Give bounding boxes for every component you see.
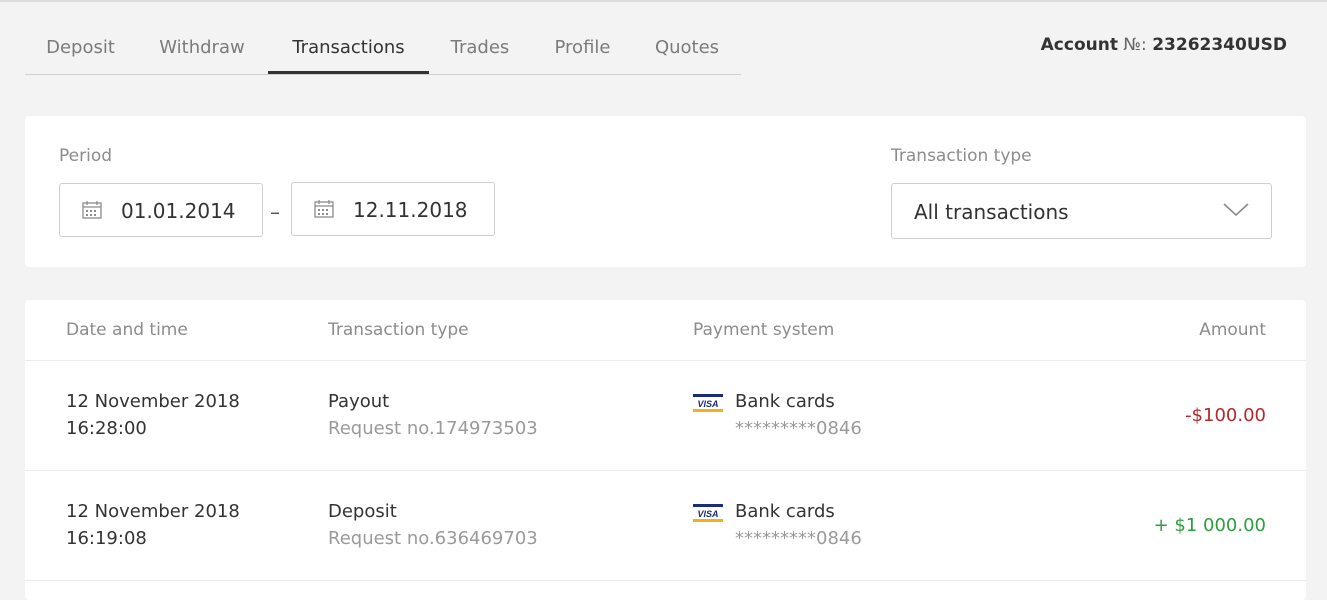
date-separator: –: [270, 200, 280, 224]
row-date: 12 November 2018: [66, 501, 240, 522]
chevron-down-icon: [1223, 203, 1249, 217]
account-symbol: №:: [1123, 35, 1147, 55]
account-label: Account: [1040, 35, 1118, 55]
tab-profile[interactable]: Profile: [535, 26, 630, 72]
header-type: Transaction type: [328, 320, 469, 340]
table-row[interactable]: 12 November 2018 16:19:08 Deposit Reques…: [25, 471, 1306, 581]
transactions-table: Date and time Transaction type Payment s…: [25, 300, 1306, 600]
row-request: Request no.636469703: [328, 528, 538, 549]
visa-icon: VISA: [693, 504, 723, 522]
row-datetime: 12 November 2018 16:28:00: [66, 388, 240, 442]
row-payment: Bank cards *********0846: [735, 498, 862, 552]
row-time: 16:19:08: [66, 528, 147, 549]
row-amount: + $1 000.00: [1153, 515, 1266, 536]
filters-panel: Period 01.01.2014 – 12.11.2018 Transacti…: [25, 116, 1306, 267]
table-row[interactable]: 12 November 2018 16:28:00 Payout Request…: [25, 361, 1306, 471]
date-to-value: 12.11.2018: [353, 198, 468, 222]
row-card-number: *********0846: [735, 418, 862, 439]
tab-withdraw[interactable]: Withdraw: [142, 26, 262, 72]
date-from-value: 01.01.2014: [121, 199, 236, 223]
transaction-type-label: Transaction type: [891, 146, 1032, 166]
date-to-field[interactable]: 12.11.2018: [291, 182, 495, 236]
row-date: 12 November 2018: [66, 391, 240, 412]
row-card-number: *********0846: [735, 528, 862, 549]
row-payment-label: Bank cards: [735, 501, 835, 522]
transaction-type-value: All transactions: [914, 200, 1069, 224]
tab-trades[interactable]: Trades: [435, 26, 525, 72]
header-date: Date and time: [66, 320, 188, 340]
visa-logo-text: VISA: [697, 509, 718, 519]
row-amount: -$100.00: [1185, 405, 1266, 426]
header-payment: Payment system: [693, 320, 835, 340]
row-type-label: Payout: [328, 391, 390, 412]
divider: [25, 580, 1306, 581]
tab-deposit[interactable]: Deposit: [25, 26, 136, 72]
row-payment: Bank cards *********0846: [735, 388, 862, 442]
tab-bar: Deposit Withdraw Transactions Trades Pro…: [25, 26, 741, 75]
visa-icon: VISA: [693, 394, 723, 412]
tab-transactions[interactable]: Transactions: [268, 26, 429, 74]
row-type-label: Deposit: [328, 501, 397, 522]
account-number: Account №: 23262340USD: [1041, 35, 1287, 55]
calendar-icon: [82, 201, 102, 219]
row-payment-label: Bank cards: [735, 391, 835, 412]
top-border: [0, 0, 1327, 2]
row-request: Request no.174973503: [328, 418, 538, 439]
visa-logo-text: VISA: [697, 399, 718, 409]
row-datetime: 12 November 2018 16:19:08: [66, 498, 240, 552]
row-time: 16:28:00: [66, 418, 147, 439]
date-from-field[interactable]: 01.01.2014: [59, 183, 263, 237]
row-type: Payout Request no.174973503: [328, 388, 538, 442]
transaction-type-select[interactable]: All transactions: [891, 183, 1272, 239]
header-amount: Amount: [1199, 320, 1266, 340]
tab-quotes[interactable]: Quotes: [639, 26, 735, 72]
period-label: Period: [59, 146, 113, 166]
row-type: Deposit Request no.636469703: [328, 498, 538, 552]
calendar-icon: [314, 200, 334, 218]
account-value: 23262340USD: [1152, 35, 1287, 55]
